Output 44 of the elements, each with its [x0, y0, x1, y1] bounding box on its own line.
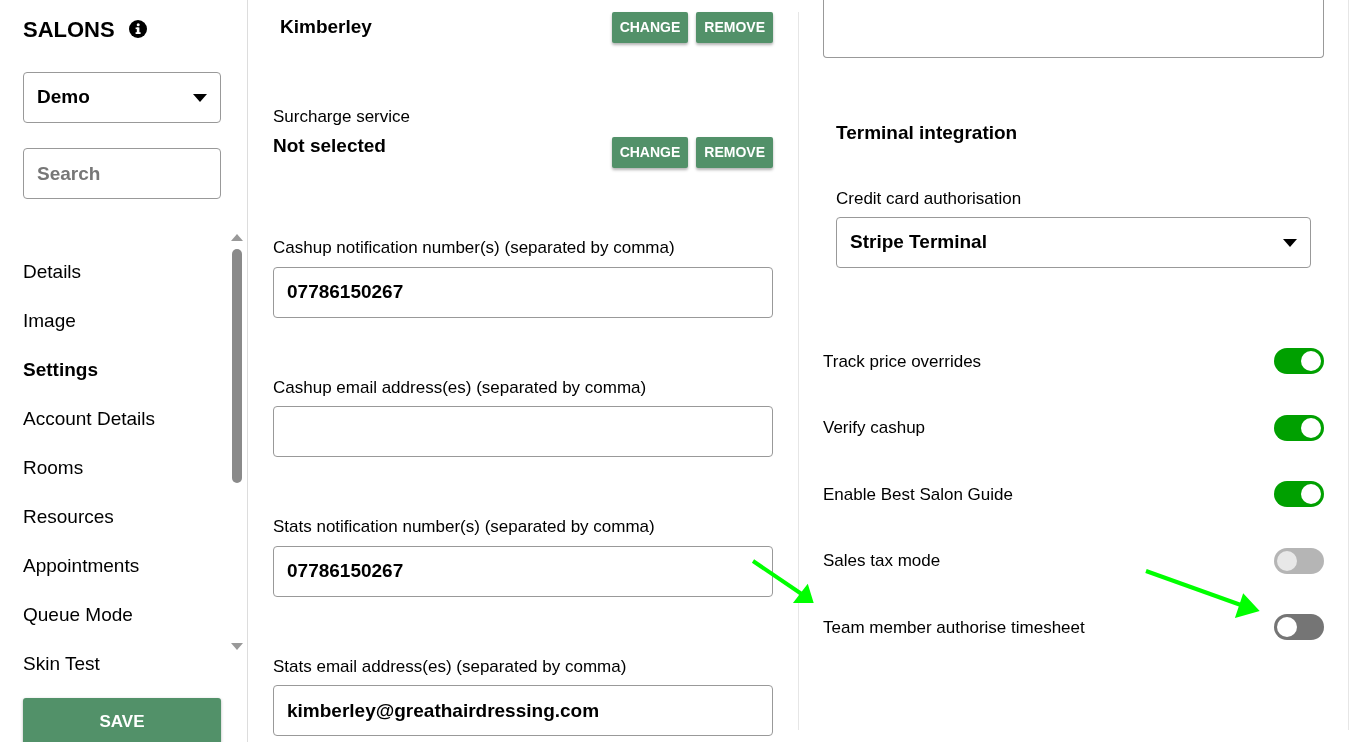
- toggle-label: Verify cashup: [823, 417, 926, 439]
- field-label: Credit card authorisation: [836, 187, 1023, 210]
- input-field[interactable]: kimberley@greathairdressing.com: [273, 685, 773, 736]
- save-button[interactable]: SAVE: [23, 698, 221, 742]
- salon-select[interactable]: Demo: [23, 72, 221, 123]
- search-field[interactable]: Search: [23, 148, 221, 199]
- terminal-select[interactable]: Stripe Terminal: [836, 217, 1311, 268]
- toggle-switch[interactable]: [1274, 414, 1324, 441]
- nav-item[interactable]: Settings: [23, 346, 221, 395]
- toggle-switch[interactable]: [1274, 481, 1324, 508]
- input-field[interactable]: [273, 406, 773, 457]
- text-area[interactable]: [823, 0, 1324, 58]
- nav-item[interactable]: Rooms: [23, 444, 221, 493]
- sidebar-title: SALONS: [23, 15, 115, 44]
- nav-item[interactable]: Resources: [23, 493, 221, 542]
- nav-item[interactable]: Image: [23, 297, 221, 346]
- toggle-label: Sales tax mode: [823, 550, 941, 572]
- field-label: Cashup notification number(s) (separated by comma): [273, 237, 676, 259]
- toggle-label: Enable Best Salon Guide: [823, 483, 1013, 506]
- field-label: Stats email address(es) (separated by comma): [273, 655, 628, 678]
- input-field[interactable]: 07786150267: [273, 266, 773, 318]
- nav-item[interactable]: Account Details: [23, 395, 221, 444]
- change-button[interactable]: CHANGE: [611, 11, 689, 43]
- caret-icon: [1283, 238, 1297, 247]
- section-heading: Terminal integration: [836, 121, 1019, 145]
- info-icon[interactable]: [128, 20, 147, 38]
- nav-item[interactable]: Queue Mode: [23, 591, 221, 640]
- staff-name: Kimberley: [280, 14, 372, 39]
- nav-item[interactable]: Skin Test: [23, 640, 221, 689]
- toggle-label: Track price overrides: [823, 350, 982, 373]
- field-label: Surcharge service: [273, 106, 410, 128]
- toggle-label: Team member authorise timesheet: [823, 616, 1085, 639]
- toggle-switch[interactable]: [1274, 614, 1324, 641]
- remove-button[interactable]: REMOVE: [696, 137, 773, 168]
- nav-item[interactable]: Appointments: [23, 542, 221, 591]
- input-field[interactable]: 07786150267: [273, 545, 773, 597]
- nav-item[interactable]: Details: [23, 248, 221, 297]
- caret-icon: [193, 93, 207, 102]
- remove-button[interactable]: REMOVE: [696, 11, 773, 43]
- toggle-switch[interactable]: [1274, 348, 1324, 375]
- field-label: Stats notification number(s) (separated by comma): [273, 516, 656, 538]
- change-button[interactable]: CHANGE: [611, 137, 689, 168]
- field-label: Cashup email address(es) (separated by comma): [273, 376, 648, 399]
- surcharge-value: Not selected: [273, 133, 387, 158]
